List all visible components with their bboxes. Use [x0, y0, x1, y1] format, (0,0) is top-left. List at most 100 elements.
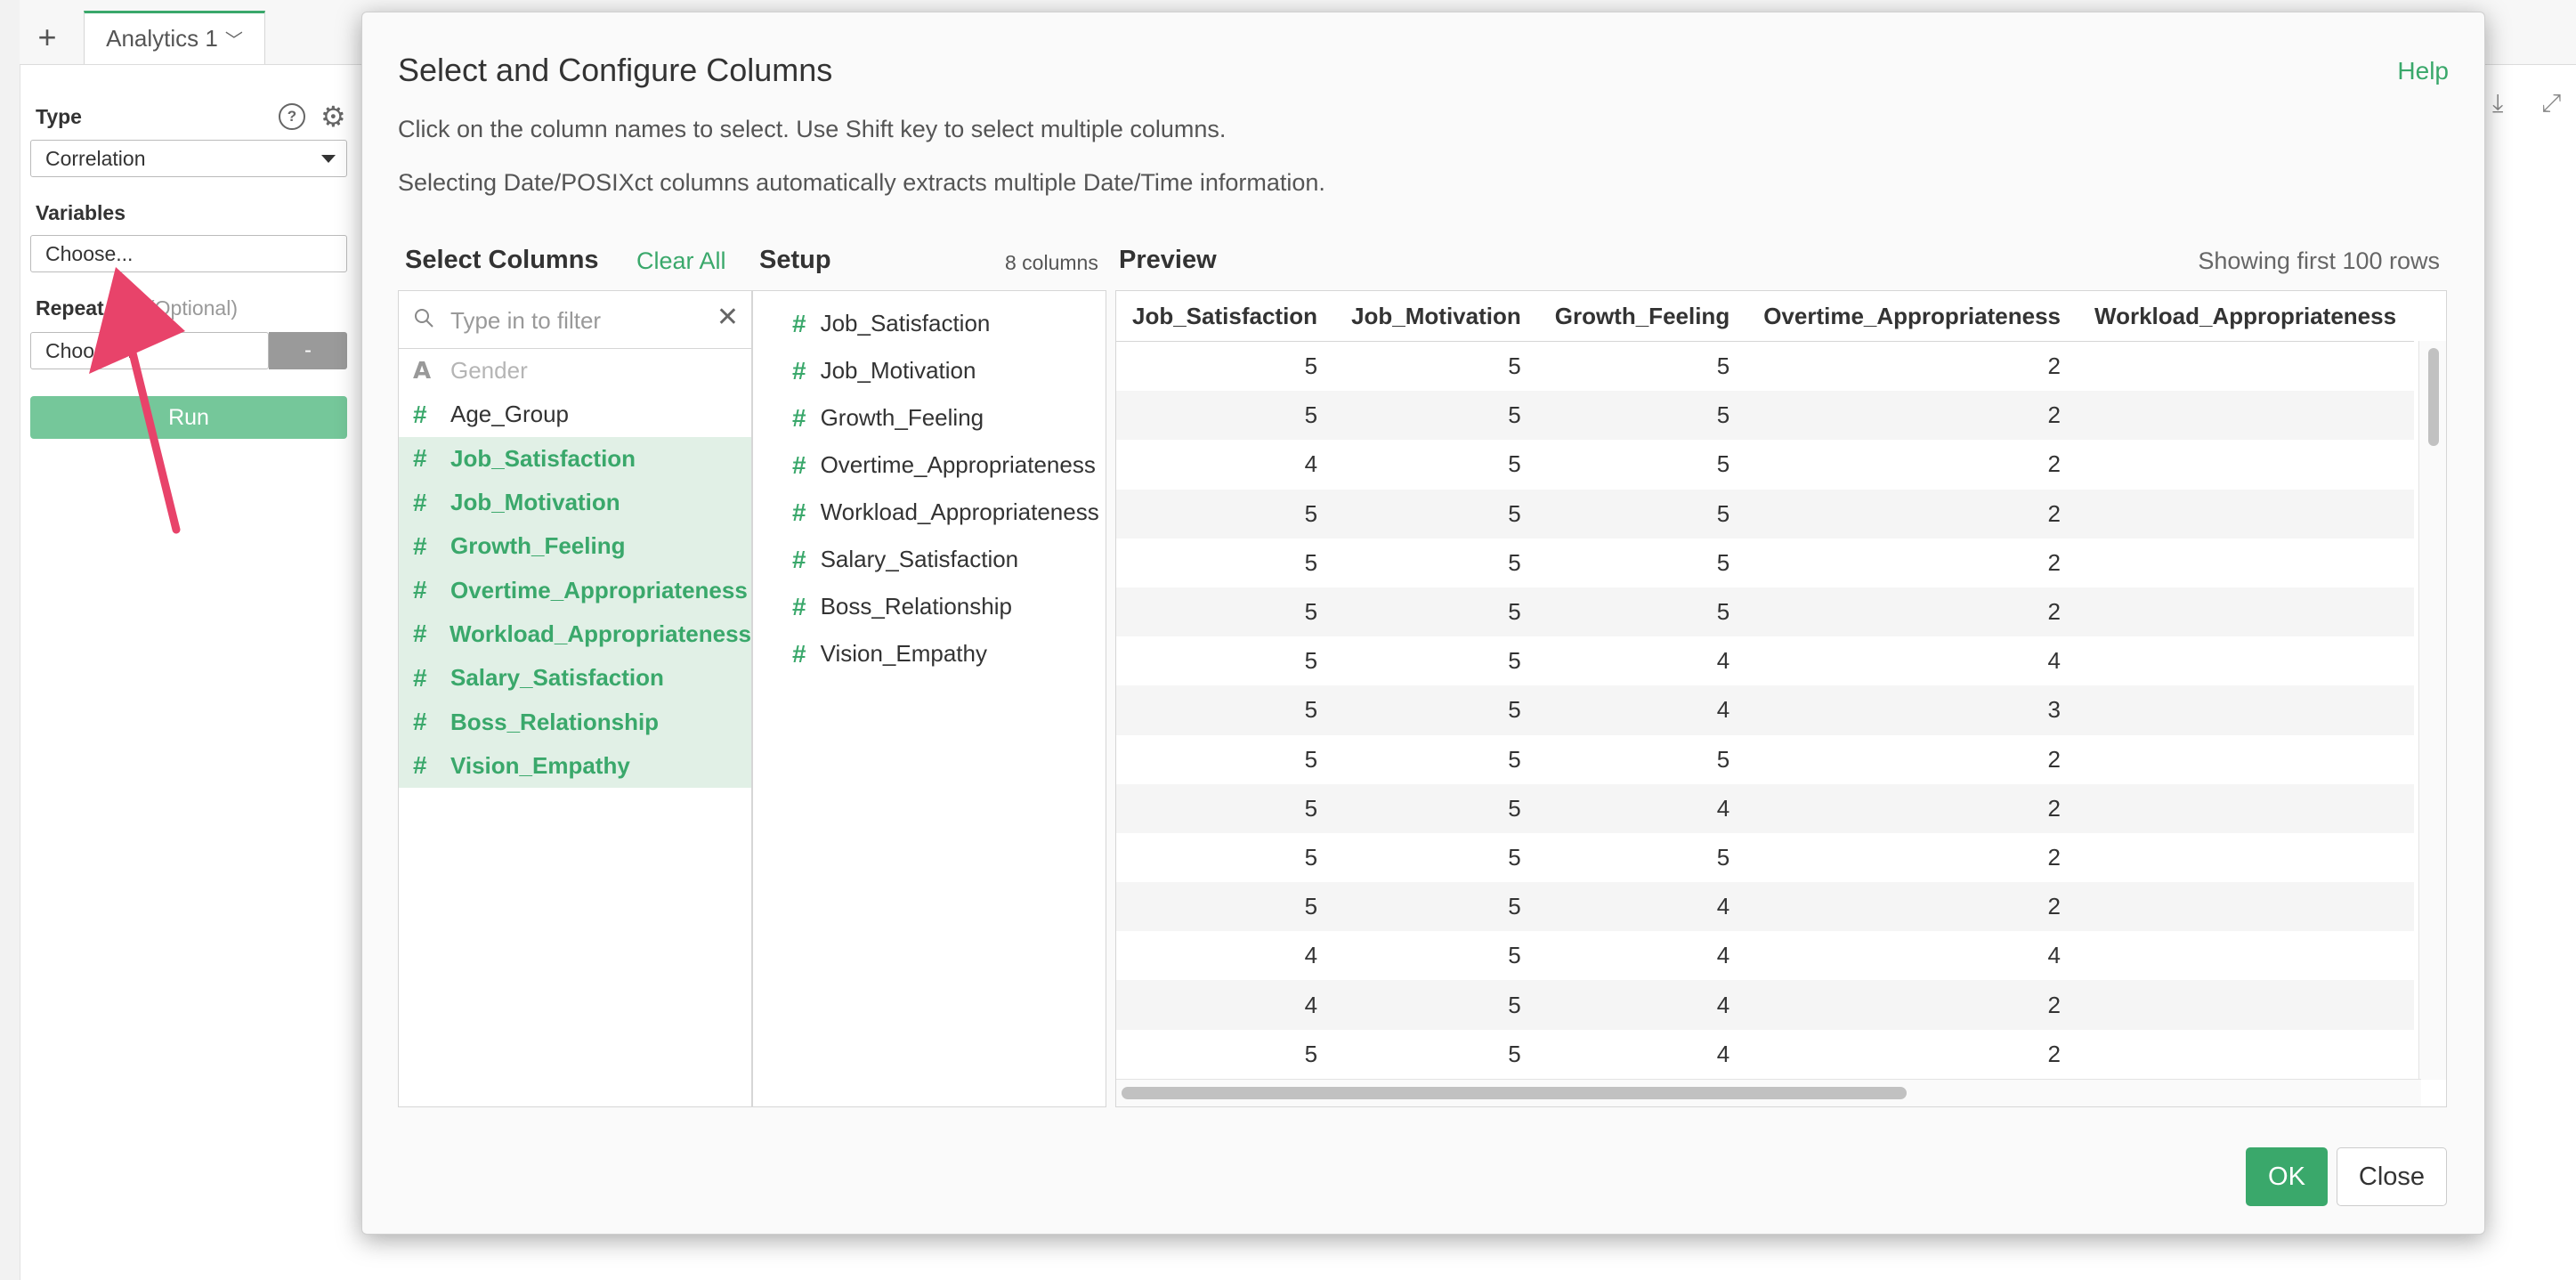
new-tab-button[interactable]: + — [20, 11, 75, 64]
setup-item[interactable]: # Boss_Relationship — [753, 583, 1106, 630]
table-cell: 4 — [1538, 882, 1748, 932]
numeric-type-icon: # — [413, 751, 427, 780]
table-cell: 4 — [1716, 1040, 1730, 1067]
table-cell: 5 — [1508, 843, 1521, 871]
preview-title: Preview — [1119, 246, 1217, 274]
table-cell: 5 — [1116, 489, 1336, 539]
dialog-description-2: Selecting Date/POSIXct columns automatic… — [398, 169, 1325, 196]
column-name: Growth_Feeling — [450, 532, 626, 560]
expand-icon[interactable]: ⤢ — [2541, 89, 2561, 118]
setup-item[interactable]: # Vision_Empathy — [753, 630, 1106, 677]
column-item[interactable]: # Growth_Feeling — [399, 524, 751, 569]
table-cell: 5 — [1116, 685, 1336, 735]
table-cell — [2078, 980, 2415, 1030]
ok-button[interactable]: OK — [2246, 1147, 2328, 1206]
download-icon[interactable]: ⤓ — [2492, 89, 2503, 118]
table-cell: 5 — [1508, 942, 1521, 969]
variables-select-value: Choose... — [45, 241, 134, 265]
table-row: 5552 — [1116, 391, 2415, 441]
column-item[interactable]: # Salary_Satisfaction — [399, 656, 751, 701]
column-item[interactable]: # Job_Satisfaction — [399, 436, 751, 481]
table-cell — [2078, 783, 2415, 833]
filter-bar: ✕ — [399, 291, 751, 349]
column-list: A Gender # Age_Group # Job_Satisfaction # Job_M… — [399, 349, 751, 788]
table-cell: 2 — [1747, 882, 2078, 932]
table-cell: 5 — [1335, 980, 1539, 1030]
table-cell: 2 — [2047, 843, 2061, 871]
numeric-type-icon: # — [413, 708, 427, 736]
numeric-type-icon: # — [792, 639, 806, 668]
table-cell: 5 — [1508, 352, 1521, 380]
setup-item[interactable]: # Job_Motivation — [753, 347, 1106, 394]
table-row: 5542 — [1116, 783, 2415, 833]
setup-item[interactable]: # Salary_Satisfaction — [753, 536, 1106, 583]
table-cell: 2 — [1747, 783, 2078, 833]
setup-item[interactable]: # Job_Satisfaction — [753, 300, 1106, 347]
repeat-by-clear-button[interactable]: - — [269, 332, 347, 369]
tab-analytics-1[interactable]: Analytics 1 ﹀ — [84, 11, 265, 64]
numeric-type-icon: # — [413, 663, 427, 692]
table-cell — [2078, 685, 2415, 735]
run-button[interactable]: Run — [30, 396, 347, 439]
column-item[interactable]: # Job_Motivation — [399, 480, 751, 525]
table-row: 5 5 4 4 — [1116, 636, 2414, 685]
column-item[interactable]: # Workload_Appropriateness — [399, 612, 751, 657]
type-select-value: Correlation — [45, 146, 146, 170]
caret-down-icon — [321, 155, 336, 163]
column-name: Salary_Satisfaction — [450, 664, 664, 692]
column-name: Vision_Empathy — [450, 751, 630, 779]
table-cell: 5 — [1116, 882, 1336, 932]
table-cell: 5 — [1716, 352, 1730, 380]
variables-select[interactable]: Choose... — [30, 235, 347, 272]
column-item[interactable]: # Boss_Relationship — [399, 700, 751, 744]
gear-icon[interactable]: ⚙ — [320, 100, 346, 134]
column-name: Job_Motivation — [450, 489, 620, 516]
table-cell — [2078, 342, 2414, 392]
column-item[interactable]: # Vision_Empathy — [399, 743, 751, 788]
table-cell: 5 — [1508, 548, 1521, 576]
setup-item[interactable]: # Overtime_Appropriateness — [753, 442, 1106, 489]
filter-input[interactable] — [449, 302, 701, 339]
preview-panel: Job_Satisfaction Job_Motivation Growth_Fee… — [1115, 290, 2447, 1107]
table-cell: 4 — [1538, 980, 1748, 1030]
type-select[interactable]: Correlation — [30, 140, 347, 177]
numeric-type-icon: # — [792, 450, 806, 479]
column-item[interactable]: # Age_Group — [399, 393, 751, 436]
vertical-scrollbar[interactable] — [2418, 341, 2446, 1080]
setup-item[interactable]: # Workload_Appropriateness — [753, 489, 1106, 536]
setup-column-name: Boss_Relationship — [820, 593, 1012, 620]
setup-column-name: Overtime_Appropriateness — [820, 451, 1096, 478]
variables-label: Variables — [36, 201, 126, 224]
setup-item[interactable]: # Growth_Feeling — [753, 394, 1106, 442]
table-cell: 4 — [1716, 942, 1730, 969]
table-cell: 2 — [1747, 391, 2078, 441]
column-count: 8 columns — [1005, 251, 1098, 274]
table-cell: 4 — [1116, 980, 1336, 1030]
tab-label: Analytics 1 — [106, 25, 218, 52]
table-cell: 5 — [1335, 783, 1539, 833]
table-cell: 5 — [1335, 489, 1539, 539]
vertical-scrollbar-thumb[interactable] — [2428, 348, 2439, 446]
numeric-type-icon: # — [413, 400, 427, 428]
column-item[interactable]: A Gender — [399, 349, 751, 393]
repeat-by-select[interactable]: Choose... — [30, 332, 269, 369]
help-link[interactable]: Help — [2397, 57, 2449, 85]
table-row: 4542 — [1116, 980, 2415, 1030]
table-cell: 5 — [1538, 587, 1748, 637]
table-cell — [2078, 440, 2414, 489]
table-cell: 5 — [1304, 647, 1318, 675]
close-button[interactable]: Close — [2337, 1147, 2447, 1206]
clear-all-link[interactable]: Clear All — [636, 247, 726, 275]
column-item[interactable]: # Overtime_Appropriateness — [399, 568, 751, 612]
table-cell: 3 — [1747, 685, 2078, 735]
table-cell: 4 — [1716, 647, 1730, 675]
horizontal-scrollbar-thumb[interactable] — [1122, 1087, 1907, 1099]
table-cell: 5 — [1716, 450, 1730, 478]
table-cell: 5 — [1538, 391, 1748, 441]
table-cell: 4 — [1538, 783, 1748, 833]
numeric-type-icon: # — [413, 444, 427, 473]
question-circle-icon[interactable]: ? — [279, 103, 305, 130]
close-icon[interactable]: ✕ — [717, 302, 739, 333]
column-name: Overtime_Appropriateness — [450, 576, 748, 604]
numeric-type-icon: # — [792, 309, 806, 337]
